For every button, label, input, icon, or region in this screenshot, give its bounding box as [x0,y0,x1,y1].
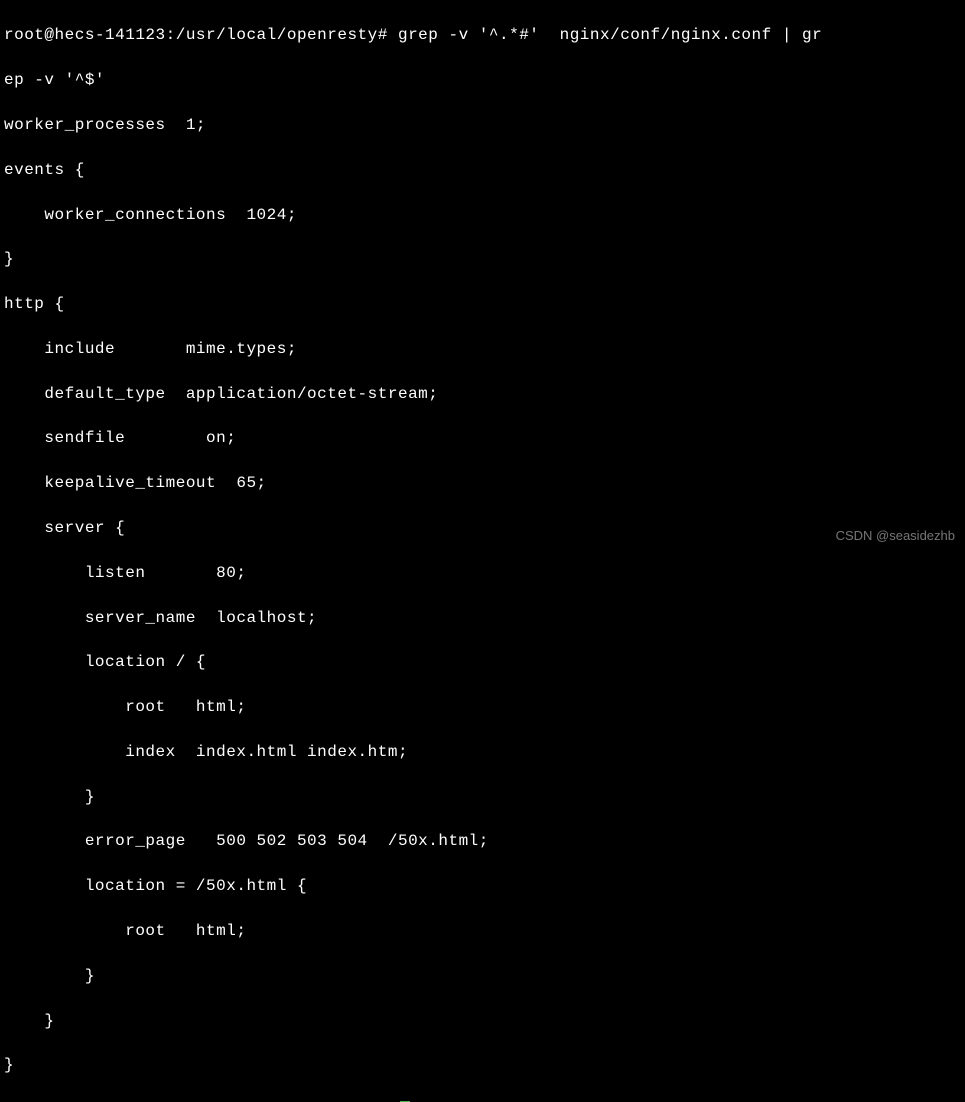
command-text: grep -v '^.*#' nginx/conf/nginx.conf | g… [398,26,822,44]
output-line: } [4,1010,961,1032]
output-line: root html; [4,696,961,718]
command-line-1-wrap: ep -v '^$' [4,69,961,91]
output-line: include mime.types; [4,338,961,360]
output-line: } [4,1054,961,1076]
output-line: worker_processes 1; [4,114,961,136]
output-line: keepalive_timeout 65; [4,472,961,494]
shell-prompt: root@hecs-141123:/usr/local/openresty# [4,26,398,44]
output-line: index index.html index.htm; [4,741,961,763]
output-line: events { [4,159,961,181]
watermark-text: CSDN @seasidezhb [836,527,955,545]
output-line: } [4,786,961,808]
output-line: sendfile on; [4,427,961,449]
output-line: location = /50x.html { [4,875,961,897]
command-line-1: root@hecs-141123:/usr/local/openresty# g… [4,24,961,46]
output-line: worker_connections 1024; [4,204,961,226]
output-line: error_page 500 502 503 504 /50x.html; [4,830,961,852]
output-line: default_type application/octet-stream; [4,383,961,405]
output-line: listen 80; [4,562,961,584]
output-line: } [4,965,961,987]
cursor-icon [400,1101,410,1102]
shell-prompt: root@hecs-141123:/usr/local/openresty# [4,1101,398,1102]
output-line: root html; [4,920,961,942]
command-line-2: root@hecs-141123:/usr/local/openresty# [4,1099,961,1102]
terminal-output[interactable]: root@hecs-141123:/usr/local/openresty# g… [4,2,961,1102]
output-line: location / { [4,651,961,673]
output-line: server_name localhost; [4,607,961,629]
output-line: server { [4,517,961,539]
output-line: } [4,248,961,270]
output-line: http { [4,293,961,315]
